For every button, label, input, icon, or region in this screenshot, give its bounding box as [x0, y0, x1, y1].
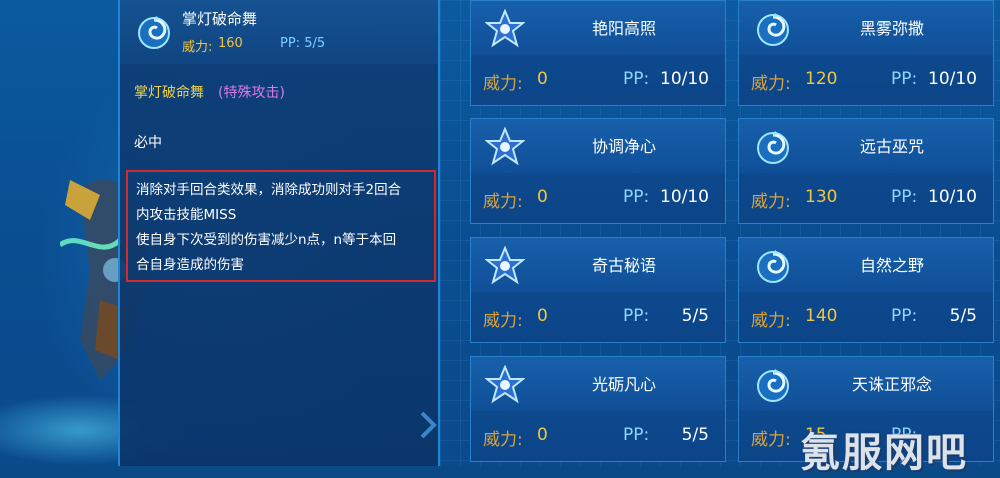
pp-value: 10/10 [928, 187, 977, 207]
power-value: 120 [805, 69, 838, 89]
skill-card[interactable]: 自然之野 威力: 140 PP: 5/5 [738, 237, 994, 343]
pp-value: 10/10 [660, 69, 709, 89]
pp-label: PP: [891, 306, 918, 326]
skill-name: 协调净心 [591, 137, 656, 156]
power-label: 威力: [751, 311, 791, 331]
skill-name: 光砺凡心 [591, 375, 656, 394]
skill-card[interactable]: 黑雾弥撒 威力: 120 PP: 10/10 [738, 0, 994, 106]
pp-value: 5/5 [681, 425, 709, 445]
swirl-icon [757, 131, 789, 164]
skill-card[interactable]: 奇古秘语 威力: 0 PP: 5/5 [470, 237, 726, 343]
chevron-right-icon[interactable] [416, 410, 440, 440]
star-icon [485, 246, 525, 285]
pp-value: 10/10 [928, 69, 977, 89]
star-icon [485, 127, 525, 166]
effect-description-box: 消除对手回合类效果，消除成功则对手2回合 内攻击技能MISS 使自身下次受到的伤… [126, 170, 436, 282]
power-label: 威力: [483, 311, 523, 331]
watermark: 氪服网吧 [800, 430, 968, 476]
pp-label: PP: [623, 425, 650, 445]
detail-category: (特殊攻击) [218, 85, 285, 101]
detail-power-value: 160 [218, 36, 243, 51]
pp-label: PP: [891, 187, 918, 207]
skill-name: 天诛正邪念 [851, 375, 932, 394]
effect-line: 使自身下次受到的伤害减少n点，n等于本回 [136, 232, 397, 248]
skill-card[interactable]: 光砺凡心 威力: 0 PP: 5/5 [470, 356, 726, 462]
power-value: 0 [537, 306, 548, 326]
star-icon [485, 365, 525, 404]
pp-label: PP: [623, 69, 650, 89]
swirl-icon [138, 16, 170, 49]
pp-value: 5/5 [681, 306, 709, 326]
skill-card[interactable]: 协调净心 威力: 0 PP: 10/10 [470, 118, 726, 224]
power-label: 威力: [483, 74, 523, 94]
swirl-icon [757, 369, 789, 402]
detail-pp: PP: 5/5 [280, 36, 326, 51]
power-label: 威力: [751, 430, 791, 450]
pp-label: PP: [623, 306, 650, 326]
skill-name: 黑雾弥撒 [859, 19, 924, 38]
power-label: 威力: [751, 74, 791, 94]
power-value: 130 [805, 187, 838, 207]
detail-skill-name: 掌灯破命舞 [134, 85, 204, 101]
swirl-icon [757, 250, 789, 283]
power-value: 0 [537, 187, 548, 207]
star-icon [485, 9, 525, 48]
detail-hit-text: 必中 [134, 135, 162, 151]
effect-line: 消除对手回合类效果，消除成功则对手2回合 [136, 182, 402, 198]
skill-name: 远古巫咒 [859, 137, 924, 156]
power-label: 威力: [751, 192, 791, 212]
skill-detail-panel: 掌灯破命舞 威力: 160 PP: 5/5 掌灯破命舞 (特殊攻击) 必中 消除… [118, 0, 440, 466]
power-label: 威力: [483, 430, 523, 450]
power-value: 0 [537, 425, 548, 445]
power-label: 威力: [483, 192, 523, 212]
power-value: 0 [537, 69, 548, 89]
pp-value: 5/5 [949, 306, 977, 326]
skill-card[interactable]: 艳阳高照 威力: 0 PP: 10/10 [470, 0, 726, 106]
effect-line: 合自身造成的伤害 [136, 257, 244, 273]
detail-header: 掌灯破命舞 威力: 160 PP: 5/5 [120, 0, 438, 64]
pp-label: PP: [623, 187, 650, 207]
pp-label: PP: [891, 69, 918, 89]
skill-name: 奇古秘语 [591, 256, 656, 275]
skill-name: 自然之野 [859, 256, 924, 275]
skill-card[interactable]: 远古巫咒 威力: 130 PP: 10/10 [738, 118, 994, 224]
detail-title: 掌灯破命舞 [182, 10, 258, 28]
skill-name: 艳阳高照 [591, 19, 656, 38]
pp-value: 10/10 [660, 187, 709, 207]
power-value: 140 [805, 306, 838, 326]
detail-power-label: 威力: [182, 40, 213, 55]
swirl-icon [757, 13, 789, 46]
effect-line: 内攻击技能MISS [136, 207, 237, 223]
